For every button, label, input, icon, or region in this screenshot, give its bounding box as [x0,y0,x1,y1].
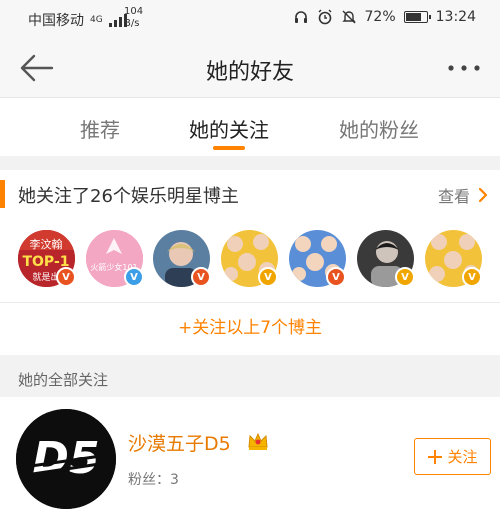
crown-badge-icon [248,432,268,450]
celebrity-avatar-row: 李汶翰 TOP-1 就是出 V 火箭少女101 V V V V V V [0,218,500,302]
section-accent-bar [0,180,5,208]
d5-logo-avatar: D5 [16,409,116,509]
carrier-label: 中国移动 [28,13,84,29]
verified-badge-icon: V [395,267,415,287]
user-list-item[interactable]: D5 沙漠五子D5 粉丝：3 关注 [0,397,500,526]
all-following-label: 她的全部关注 [18,371,109,389]
battery-percent: 72% [364,9,396,25]
follow-label: 关注 [447,448,478,466]
more-button[interactable] [446,58,482,78]
more-dots-icon [448,65,480,71]
network-speed: 104 B/s [124,6,143,30]
verified-badge-icon: V [56,267,76,287]
all-following-header: 她的全部关注 [0,355,500,397]
active-tab-indicator [213,146,245,150]
verified-badge-icon: V [191,267,211,287]
plus-icon [428,449,443,464]
clock: 13:24 [435,9,476,25]
section-title: 她关注了26个娱乐明星博主 [18,186,239,207]
svg-text:李汶翰: 李汶翰 [30,237,63,251]
headphones-icon [294,11,307,23]
status-left: 中国移动 4G [28,10,127,30]
fans-count: 粉丝：3 [128,472,179,488]
view-all-link[interactable]: 查看 [438,183,488,207]
chevron-right-icon [478,187,488,203]
tab-recommend[interactable]: 推荐 [40,114,160,143]
status-bar: 中国移动 4G 104 B/s 72% 13:24 [0,0,500,38]
mute-bell-icon [341,10,356,24]
verified-badge-icon: V [462,267,482,287]
tab-her-following[interactable]: 她的关注 [169,114,289,143]
user-avatar[interactable]: D5 [16,409,116,509]
follow-all-button[interactable]: +关注以上7个博主 [0,303,500,355]
verified-badge-icon: V [124,267,144,287]
alarm-icon [318,9,332,25]
page-title: 她的好友 [205,60,294,85]
status-right: 72% 13:24 [293,9,476,25]
view-label: 查看 [437,187,470,206]
follow-button[interactable]: 关注 [414,438,491,475]
user-name[interactable]: 沙漠五子D5 [128,429,231,456]
verified-badge-icon: V [258,267,278,287]
celebrity-following-header: 她关注了26个娱乐明星博主 查看 [0,170,500,218]
speed-unit: B/s [124,18,140,29]
speed-value: 104 [124,6,144,17]
tab-bar: 推荐 她的关注 她的粉丝 [0,98,500,156]
battery-icon [403,11,431,23]
nav-header: 她的好友 [0,38,500,98]
verified-badge-icon: V [326,267,346,287]
network-type: 4G [90,14,103,25]
tab-her-fans[interactable]: 她的粉丝 [319,114,439,143]
